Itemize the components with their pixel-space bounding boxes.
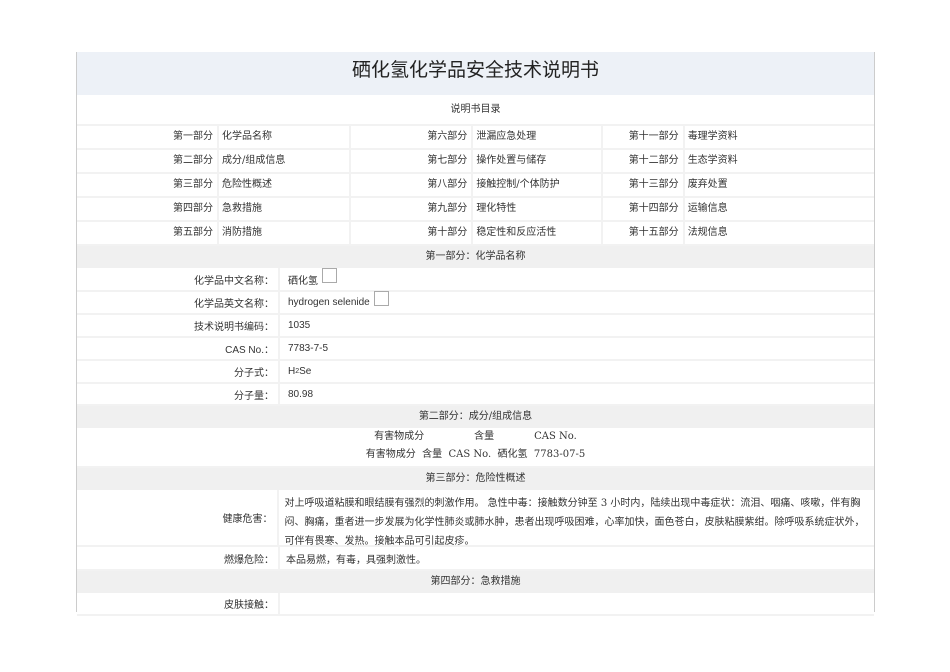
label: 分子式： — [77, 361, 280, 382]
toc-part: 第七部分 — [351, 150, 474, 172]
value: 对上呼吸道粘膜和眼结膜有强烈的刺激作用。 急性中毒：接触数分钟至 3 小时内，陆… — [284, 498, 865, 547]
toc-title: 接触控制/个体防护 — [476, 179, 560, 190]
toc-link[interactable]: 第十五部分 法规信息 — [603, 222, 874, 244]
toc-part: 第四部分 — [77, 198, 219, 220]
row-mw: 分子量： 80.98 — [77, 384, 874, 406]
toc-link[interactable]: 第六部分 泄漏应急处理 — [351, 126, 603, 148]
toc-title: 废弃处置 — [687, 179, 728, 190]
label: 化学品英文名称： — [77, 292, 280, 313]
toc-row: 第四部分 急救措施 第九部分 理化特性 第十四部分 运输信息 — [77, 198, 874, 222]
section-3-heading: 第三部分：危险性概述 — [77, 468, 874, 490]
section-1-heading: 第一部分：化学品名称 — [77, 246, 874, 268]
toc-title: 理化特性 — [476, 203, 517, 214]
image-placeholder-icon — [373, 291, 389, 306]
toc-part: 第十五部分 — [603, 222, 685, 244]
value: 1035 — [288, 320, 311, 331]
toc-link[interactable]: 第四部分 急救措施 — [77, 198, 352, 220]
toc-part: 第六部分 — [351, 126, 474, 148]
toc-row: 第二部分 成分/组成信息 第七部分 操作处置与储存 第十二部分 生态学资料 — [77, 150, 874, 174]
label: 技术说明书编码： — [77, 315, 280, 336]
label: 化学品中文名称： — [77, 268, 280, 290]
toc-part: 第九部分 — [351, 198, 474, 220]
toc-title: 操作处置与储存 — [476, 155, 547, 166]
row-health-hazard: 健康危害： 对上呼吸道粘膜和眼结膜有强烈的刺激作用。 急性中毒：接触数分钟至 3 … — [77, 490, 874, 547]
toc-part: 第十部分 — [351, 222, 474, 244]
toc-part: 第十三部分 — [603, 174, 685, 196]
label: 燃爆危险： — [77, 547, 280, 569]
toc-heading: 说明书目录 — [77, 95, 874, 126]
toc-title: 成分/组成信息 — [222, 155, 286, 166]
value: 硒化氢 — [288, 275, 318, 287]
row-en-name: 化学品英文名称： hydrogen selenide — [77, 291, 874, 315]
toc-title: 急救措施 — [222, 203, 262, 214]
composition: 有害物成分 含量 CAS No. 有害物成分 含量 CAS No. 硒化氢 77… — [77, 428, 874, 468]
toc-title: 泄漏应急处理 — [476, 131, 537, 142]
toc-link[interactable]: 第二部分 成分/组成信息 — [77, 150, 352, 172]
toc-title: 生态学资料 — [687, 155, 738, 166]
label: 健康危害： — [77, 490, 279, 545]
toc-link[interactable]: 第一部分 化学品名称 — [77, 126, 352, 148]
toc-part: 第十二部分 — [603, 150, 685, 172]
toc-title: 化学品名称 — [222, 131, 272, 142]
value: 本品易燃，有毒，具强刺激性。 — [286, 554, 426, 566]
toc-link[interactable]: 第十四部分 运输信息 — [603, 198, 874, 220]
toc-link[interactable]: 第九部分 理化特性 — [351, 198, 603, 220]
composition-header: 有害物成分 含量 CAS No. — [374, 431, 577, 442]
section-4-heading: 第四部分：急救措施 — [77, 571, 874, 593]
section-2-heading: 第二部分：成分/组成信息 — [77, 406, 874, 428]
row-cn-name: 化学品中文名称： 硒化氢 — [77, 267, 874, 292]
toc-part: 第十四部分 — [603, 198, 685, 220]
row-cas: CAS No.： 7783-7-5 — [77, 338, 874, 361]
msds-document: 硒化氢化学品安全技术说明书 说明书目录 第一部分 化学品名称 第六部分 泄漏应急处理第… — [76, 52, 875, 616]
table-of-contents: 第一部分 化学品名称 第六部分 泄漏应急处理 第十一部分 毒理学资料 第二部分 成分/组成信息… — [77, 126, 874, 246]
toc-link[interactable]: 第三部分 危险性概述 — [77, 174, 352, 196]
row-formula: 分子式： H 2 Se — [77, 361, 874, 384]
toc-title: 危险性概述 — [222, 179, 272, 190]
image-placeholder-icon — [322, 267, 337, 283]
value: hydrogen selenide — [288, 297, 370, 308]
toc-part: 第五部分 — [77, 222, 219, 244]
value: 80.98 — [288, 388, 314, 400]
toc-title: 运输信息 — [687, 203, 728, 214]
toc-title: 法规信息 — [687, 227, 728, 238]
toc-part: 第一部分 — [77, 126, 219, 148]
row-skin-contact: 皮肤接触： — [77, 593, 874, 616]
toc-row: 第五部分 消防措施 第十部分 稳定性和反应活性 第十五部分 法规信息 — [77, 222, 874, 246]
value: H 2 Se — [288, 366, 312, 377]
row-code: 技术说明书编码： 1035 — [77, 315, 874, 338]
toc-link[interactable]: 第七部分 操作处置与储存 — [351, 150, 603, 172]
composition-values: 有害物成分 含量 CAS No. 硒化氢 7783-07-5 — [365, 449, 586, 460]
label: 分子量： — [77, 384, 280, 404]
toc-row: 第三部分 危险性概述 第八部分 接触控制/个体防护 第十三部分 废弃处置 — [77, 174, 874, 198]
label: 皮肤接触： — [77, 593, 280, 614]
toc-title: 毒理学资料 — [687, 131, 738, 142]
toc-part: 第八部分 — [351, 174, 474, 196]
row-fire-hazard: 燃爆危险： 本品易燃，有毒，具强刺激性。 — [77, 547, 874, 571]
toc-link[interactable]: 第十三部分 废弃处置 — [603, 174, 874, 196]
toc-link[interactable]: 第五部分 消防措施 — [77, 222, 352, 244]
toc-part: 第三部分 — [77, 174, 219, 196]
toc-title: 消防措施 — [222, 227, 262, 238]
toc-link[interactable]: 第八部分 接触控制/个体防护 — [351, 174, 603, 196]
section-1-table: 化学品中文名称： 硒化氢 化学品英文名称： hydrogen selenide 技术… — [77, 267, 874, 406]
toc-link[interactable]: 第十二部分 生态学资料 — [603, 150, 874, 172]
label: CAS No.： — [77, 338, 280, 359]
toc-title: 稳定性和反应活性 — [476, 227, 557, 238]
page-title: 硒化氢化学品安全技术说明书 — [77, 52, 874, 95]
toc-row: 第一部分 化学品名称 第六部分 泄漏应急处理 第十一部分 毒理学资料 — [77, 126, 874, 150]
toc-part: 第十一部分 — [603, 126, 685, 148]
toc-part: 第二部分 — [77, 150, 219, 172]
toc-link[interactable]: 第十一部分 毒理学资料 — [603, 126, 874, 148]
toc-link[interactable]: 第十部分 稳定性和反应活性 — [351, 222, 603, 244]
value: 7783-7-5 — [288, 343, 329, 354]
